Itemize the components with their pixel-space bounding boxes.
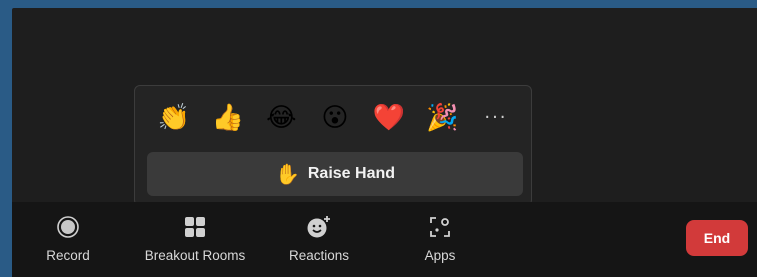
apps-button[interactable]: Apps <box>410 202 470 277</box>
reactions-icon <box>306 214 332 240</box>
open-mouth-reaction[interactable]: 😮 <box>316 99 354 137</box>
end-meeting-button[interactable]: End <box>686 220 748 256</box>
apps-icon <box>429 214 451 240</box>
record-button[interactable]: Record <box>30 202 106 277</box>
breakout-rooms-label: Breakout Rooms <box>144 248 246 263</box>
party-popper-reaction[interactable]: 🎉 <box>423 99 461 137</box>
heart-reaction[interactable]: ❤️ <box>370 99 408 137</box>
reactions-row: 👏 👍 😂 😮 ❤️ 🎉 ··· <box>149 98 521 138</box>
raised-hand-icon: ✋ <box>274 162 300 186</box>
raise-hand-label: Raise Hand <box>307 165 396 182</box>
breakout-rooms-button[interactable]: Breakout Rooms <box>130 202 260 277</box>
tears-of-joy-reaction[interactable]: 😂 <box>262 99 300 137</box>
clapping-hands-reaction[interactable]: 👏 <box>155 99 193 137</box>
record-label: Record <box>46 248 90 263</box>
reactions-button[interactable]: Reactions <box>278 202 360 277</box>
apps-label: Apps <box>424 248 456 263</box>
reactions-label: Reactions <box>288 248 350 263</box>
thumbs-up-reaction[interactable]: 👍 <box>209 99 247 137</box>
raise-hand-button[interactable]: ✋ Raise Hand <box>147 152 523 196</box>
more-reactions-button[interactable]: ··· <box>477 99 515 137</box>
reactions-popup: 👏 👍 😂 😮 ❤️ 🎉 ··· ✋ Raise Hand <box>134 85 532 206</box>
meeting-toolbar: Record Breakout Rooms Reactions Apps End <box>12 202 757 277</box>
record-icon <box>57 214 79 240</box>
breakout-rooms-icon <box>184 214 206 240</box>
